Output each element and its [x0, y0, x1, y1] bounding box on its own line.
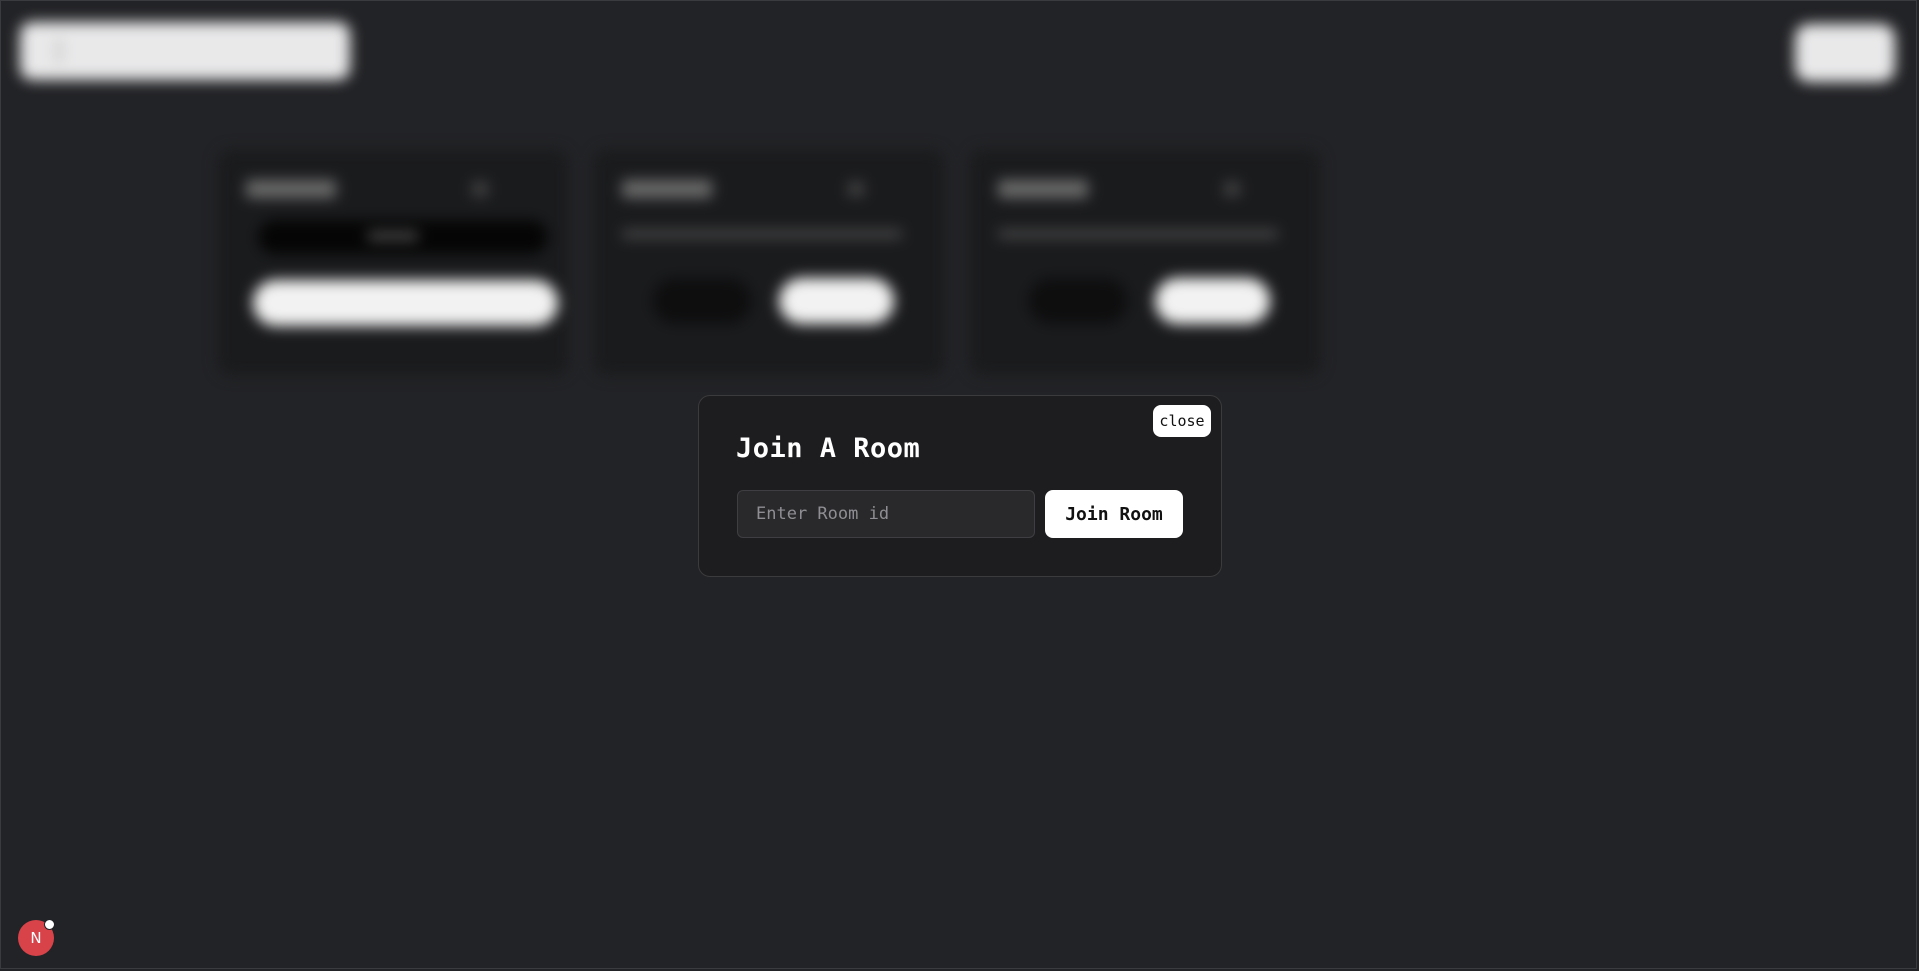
dev-status-dot	[44, 919, 55, 930]
room-id-input[interactable]	[737, 490, 1035, 538]
dev-badge-label: N	[30, 929, 42, 947]
join-room-button[interactable]: Join Room	[1045, 490, 1183, 538]
modal-title: Join A Room	[736, 433, 921, 464]
close-button[interactable]: close	[1153, 405, 1211, 437]
join-room-modal: close Join A Room Join Room	[698, 395, 1222, 577]
